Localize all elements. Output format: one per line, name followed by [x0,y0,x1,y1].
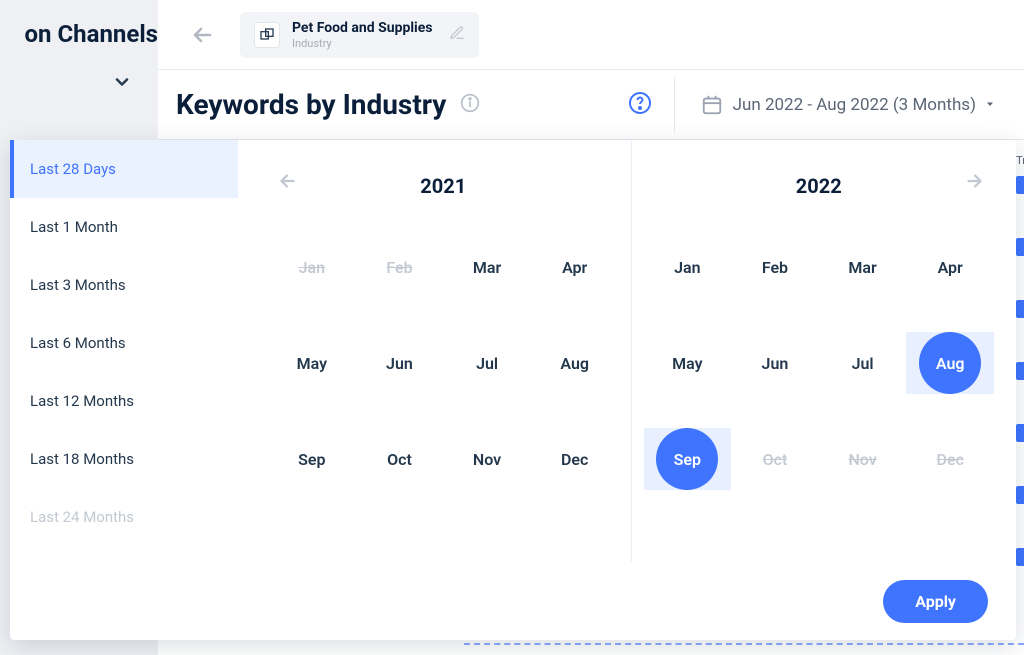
preset-list: Last 28 DaysLast 1 MonthLast 3 MonthsLas… [10,140,238,546]
preset-option[interactable]: Last 3 Months [10,256,238,314]
title-bar: Keywords by Industry Jun 2022 - Aug 2022… [158,70,1024,140]
apply-button[interactable]: Apply [883,580,988,623]
calendar-left-year: 2021 [420,174,466,198]
calendar-next-button[interactable] [964,170,986,196]
month-cell[interactable]: Jul [443,332,531,394]
month-cell[interactable]: Sep [644,428,732,490]
pencil-icon[interactable] [449,25,465,45]
calendar-right-grid: JanFebMarApr MayJunJulAug SepOctNovDec [644,236,995,490]
month-cell: Nov [819,428,907,490]
month-cell[interactable]: Jun [731,332,819,394]
month-cell[interactable]: Apr [906,236,994,298]
top-bar: Pet Food and Supplies Industry [158,0,1024,70]
month-cell[interactable]: Jun [356,332,444,394]
calendar-left-grid: JanFebMarApr MayJunJulAug SepOctNovDec [268,236,619,490]
preset-option[interactable]: Last 12 Months [10,372,238,430]
month-cell[interactable]: Aug [531,332,619,394]
preset-option[interactable]: Last 1 Month [10,198,238,256]
month-cell[interactable]: Dec [531,428,619,490]
month-cell[interactable]: Jan [644,236,732,298]
preset-option: Last 24 Months [10,488,238,546]
chevron-down-icon[interactable] [112,72,132,96]
month-cell: Feb [356,236,444,298]
month-cell[interactable]: Feb [731,236,819,298]
page-title: Keywords by Industry [176,88,446,121]
calendar-prev-button[interactable] [276,170,298,196]
preset-option[interactable]: Last 28 Days [10,140,238,198]
month-cell[interactable]: Aug [906,332,994,394]
month-cell: Oct [731,428,819,490]
divider [674,77,675,133]
calendar-left-column: 2021 JanFebMarApr MayJunJulAug SepOctNovDe… [256,140,632,562]
context-chip-subtitle: Industry [292,37,433,50]
date-range-picker-trigger[interactable]: Jun 2022 - Aug 2022 (3 Months) [701,94,1006,116]
context-chip[interactable]: Pet Food and Supplies Industry [240,12,479,58]
date-range-label: Jun 2022 - Aug 2022 (3 Months) [733,95,976,115]
month-cell[interactable]: May [644,332,732,394]
calendar-right-column: 2022 JanFebMarApr MayJunJulAug SepOctNovDe… [632,140,1007,562]
industry-icon [254,22,280,48]
info-icon[interactable] [460,93,480,117]
month-cell: Dec [906,428,994,490]
month-cell[interactable]: Sep [268,428,356,490]
dropdown-footer: Apply [10,562,1016,640]
calendar-area: 2021 JanFebMarAprMayJunJulAugSepOctNovDe… [256,140,1006,562]
truncated-label: Tr [1016,154,1024,167]
preset-option[interactable]: Last 18 Months [10,430,238,488]
right-edge-markers [1016,176,1024,610]
context-chip-text: Pet Food and Supplies Industry [292,20,433,50]
date-range-dropdown: Last 28 DaysLast 1 MonthLast 3 MonthsLas… [10,140,1016,640]
month-cell[interactable]: Mar [819,236,907,298]
help-icon[interactable] [628,91,652,119]
month-cell[interactable]: Jul [819,332,907,394]
left-nav-title-fragment: on Channels [0,0,158,48]
month-cell[interactable]: May [268,332,356,394]
preset-option[interactable]: Last 6 Months [10,314,238,372]
caret-down-icon [984,95,1006,114]
back-button[interactable] [182,15,222,55]
month-cell[interactable]: Nov [443,428,531,490]
context-chip-title: Pet Food and Supplies [292,20,433,36]
month-cell[interactable]: Mar [443,236,531,298]
month-cell[interactable]: Oct [356,428,444,490]
month-cell[interactable]: Apr [531,236,619,298]
calendar-right-year: 2022 [796,174,842,198]
bottom-dashed-line [464,643,1024,655]
month-cell: Jan [268,236,356,298]
